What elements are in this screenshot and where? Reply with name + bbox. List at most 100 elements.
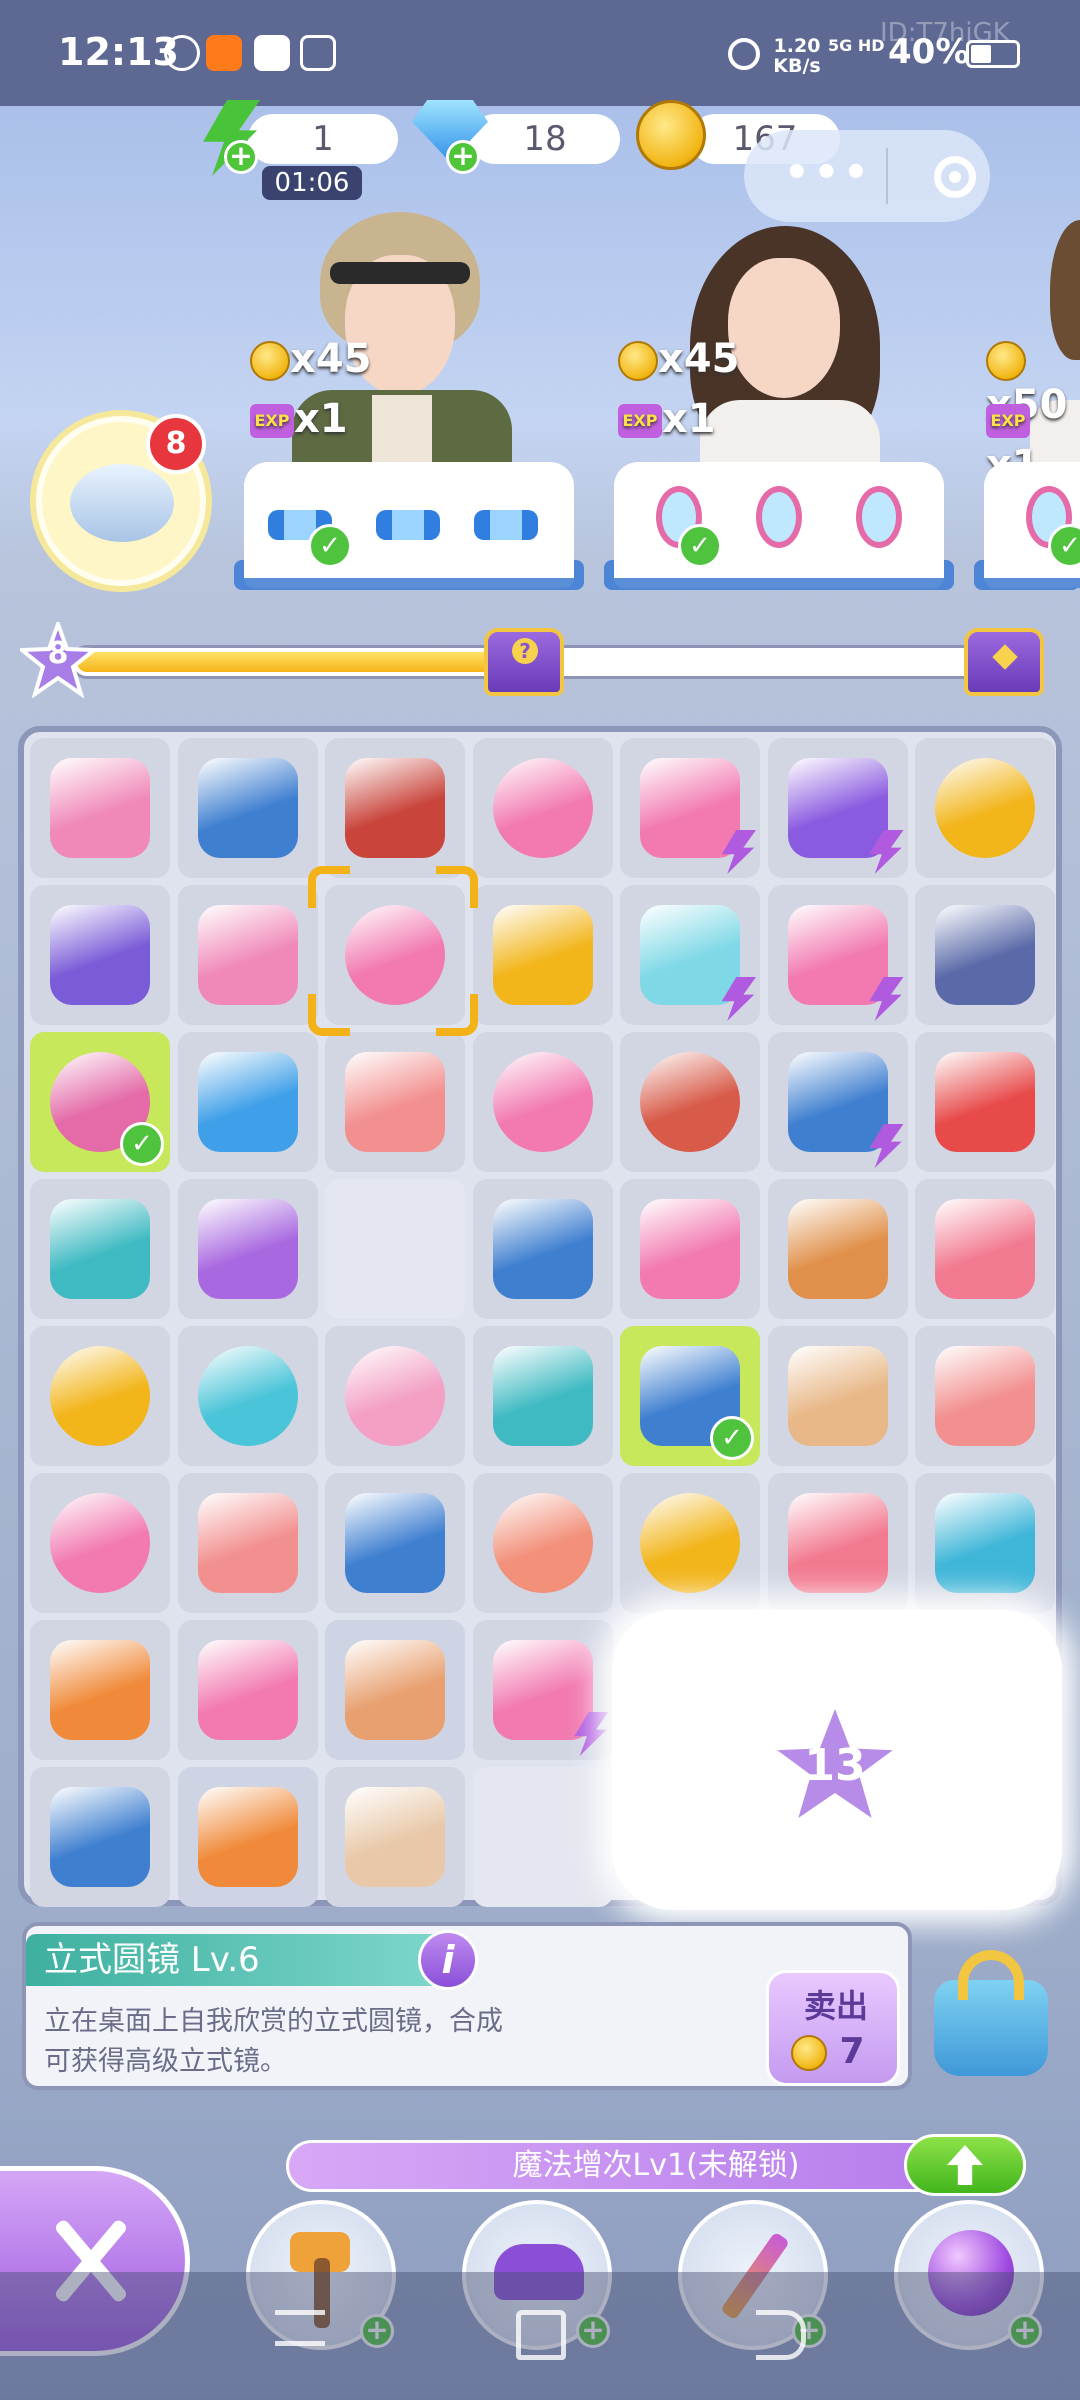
order-card-1[interactable]: ✓ <box>244 462 574 588</box>
nail-polish-icon <box>197 1199 298 1299</box>
backpack-icon <box>197 758 298 858</box>
board-cell-backpack[interactable] <box>177 738 318 878</box>
add-energy-button[interactable]: + <box>224 140 258 174</box>
browser-icon <box>254 35 290 71</box>
board-cell-dumbbell[interactable] <box>325 1473 465 1613</box>
board-cell-toolbox[interactable] <box>767 1032 908 1172</box>
menu-nav-icon[interactable] <box>275 2310 325 2346</box>
selection-frame <box>308 866 478 1036</box>
piggy-bank-badge: 8 <box>146 414 206 474</box>
board-cell-nail-polish[interactable] <box>177 1179 318 1319</box>
board-cell-comb[interactable] <box>177 885 318 1025</box>
taobao-icon <box>206 35 242 71</box>
board-cell-vanity-table[interactable] <box>620 738 760 878</box>
board-cell-standing-mirror[interactable] <box>472 738 613 878</box>
board-cell-earrings[interactable] <box>30 1326 170 1466</box>
add-gems-button[interactable]: + <box>446 140 480 174</box>
home-nav-icon[interactable] <box>516 2310 566 2360</box>
jump-rope-icon <box>197 1346 298 1446</box>
shoe-box-icon <box>197 1787 298 1887</box>
nail-clipper-icon <box>345 1787 445 1887</box>
board-cell-lotion-bottle[interactable] <box>325 738 465 878</box>
board-cell-soap-bar[interactable] <box>915 1326 1055 1466</box>
board-cell-jump-rope[interactable] <box>177 1326 318 1466</box>
customer-1-exp-reward: EXP x1 <box>250 396 348 442</box>
board-cell-kettlebells[interactable] <box>177 1032 318 1172</box>
board-cell-hat[interactable] <box>620 1032 760 1172</box>
soap-bar-icon <box>935 1346 1035 1446</box>
board-cell-toothbrush-cup[interactable] <box>915 1032 1055 1172</box>
sell-button[interactable]: 卖出 7 <box>766 1970 900 2086</box>
back-nav-icon[interactable] <box>756 2310 806 2360</box>
board-cell-gold-bangle[interactable] <box>915 738 1055 878</box>
check-icon: ✓ <box>1048 524 1080 568</box>
board-cell-gold-ring[interactable] <box>620 1473 760 1613</box>
energy-counter: 1 <box>248 114 398 164</box>
hand-mirror-icon <box>848 486 912 550</box>
board-cell-jewelry-box[interactable] <box>30 885 170 1025</box>
hair-rollers-icon <box>935 1199 1035 1299</box>
board-cell-vanity-table[interactable] <box>472 1620 613 1760</box>
inventory-bag-button[interactable] <box>926 1950 1056 2080</box>
dumbbell-icon <box>376 494 440 558</box>
soap-bar-icon <box>197 1493 298 1593</box>
more-menu-button[interactable]: ••• <box>784 150 873 196</box>
board-cell-nail-clipper[interactable] <box>325 1767 465 1907</box>
board-cell-shoe-box[interactable] <box>177 1767 318 1907</box>
coin-icon[interactable] <box>636 100 706 170</box>
board-cell-sponge[interactable] <box>472 1473 613 1613</box>
board-cell-denture-case[interactable] <box>767 1473 908 1613</box>
order-card-2[interactable]: ✓ <box>614 462 944 588</box>
hairbrush-icon <box>50 758 150 858</box>
duffel-bag-icon <box>50 1787 150 1887</box>
order-card-3[interactable]: ✓ <box>984 462 1080 588</box>
board-cell-gold-watch[interactable] <box>472 885 613 1025</box>
board-cell-heart-mirror[interactable] <box>30 1473 170 1613</box>
board-cell-towel[interactable] <box>30 1179 170 1319</box>
board-cell-flip-flops[interactable] <box>325 1620 465 1760</box>
board-cell-sports-bag[interactable] <box>472 1179 613 1319</box>
level-star-icon <box>20 622 96 698</box>
final-chest-button[interactable] <box>964 628 1044 696</box>
board-cell-heart-mirror[interactable] <box>472 1032 613 1172</box>
kettlebells-icon <box>197 1052 298 1152</box>
makeup-case-icon <box>787 758 888 858</box>
close-miniprogram-button[interactable] <box>934 156 976 198</box>
upgrade-arrow-button[interactable] <box>904 2134 1026 2196</box>
board-cell-soap-bar[interactable] <box>177 1473 318 1613</box>
board-cell-shoe-boxes[interactable] <box>177 1620 318 1760</box>
dumbbell-icon <box>474 494 538 558</box>
board-cell-compact-mirror[interactable] <box>325 1326 465 1466</box>
check-icon: ✓ <box>678 524 722 568</box>
board-cell-shoe-boxes[interactable] <box>767 885 908 1025</box>
hand-mirror-icon <box>748 486 812 550</box>
board-cell-empty[interactable] <box>472 1767 613 1907</box>
signal-indicator: 5G HD <box>828 36 885 55</box>
board-cell-pink-cabinet[interactable] <box>620 1179 760 1319</box>
board-cell-hand-mirror[interactable]: ✓ <box>30 1032 170 1172</box>
board-cell-hair-rollers[interactable] <box>915 1179 1055 1319</box>
battery-percent: 40% <box>888 32 970 72</box>
hat-icon <box>640 1052 740 1152</box>
massage-roller-icon <box>935 1493 1035 1593</box>
board-cell-dumbbell[interactable]: ✓ <box>620 1326 760 1466</box>
board-cell-shopping-bag[interactable] <box>620 885 760 1025</box>
info-icon[interactable]: i <box>418 1930 478 1990</box>
board-cell-dumbbell-rack[interactable] <box>915 885 1055 1025</box>
board-cell-sneakers[interactable] <box>767 1179 908 1319</box>
board-cell-massage-roller[interactable] <box>915 1473 1055 1613</box>
gold-bangle-icon <box>935 758 1035 858</box>
board-cell-duffel-bag[interactable] <box>30 1767 170 1907</box>
milestone-chest-button[interactable]: ? <box>484 628 564 696</box>
board-cell-empty[interactable] <box>325 1179 465 1319</box>
board-cell-hairbrush[interactable] <box>30 738 170 878</box>
sneakers-icon <box>787 1199 888 1299</box>
board-cell-wristband[interactable] <box>472 1326 613 1466</box>
board-cell-sandals[interactable] <box>767 1326 908 1466</box>
dumbbell-icon <box>345 1493 445 1593</box>
board-cell-soap-bar[interactable] <box>325 1032 465 1172</box>
lotion-bottle-icon <box>345 758 445 858</box>
board-cell-shoe-box[interactable] <box>30 1620 170 1760</box>
board-cell-makeup-case[interactable] <box>767 738 908 878</box>
towel-icon <box>50 1199 150 1299</box>
